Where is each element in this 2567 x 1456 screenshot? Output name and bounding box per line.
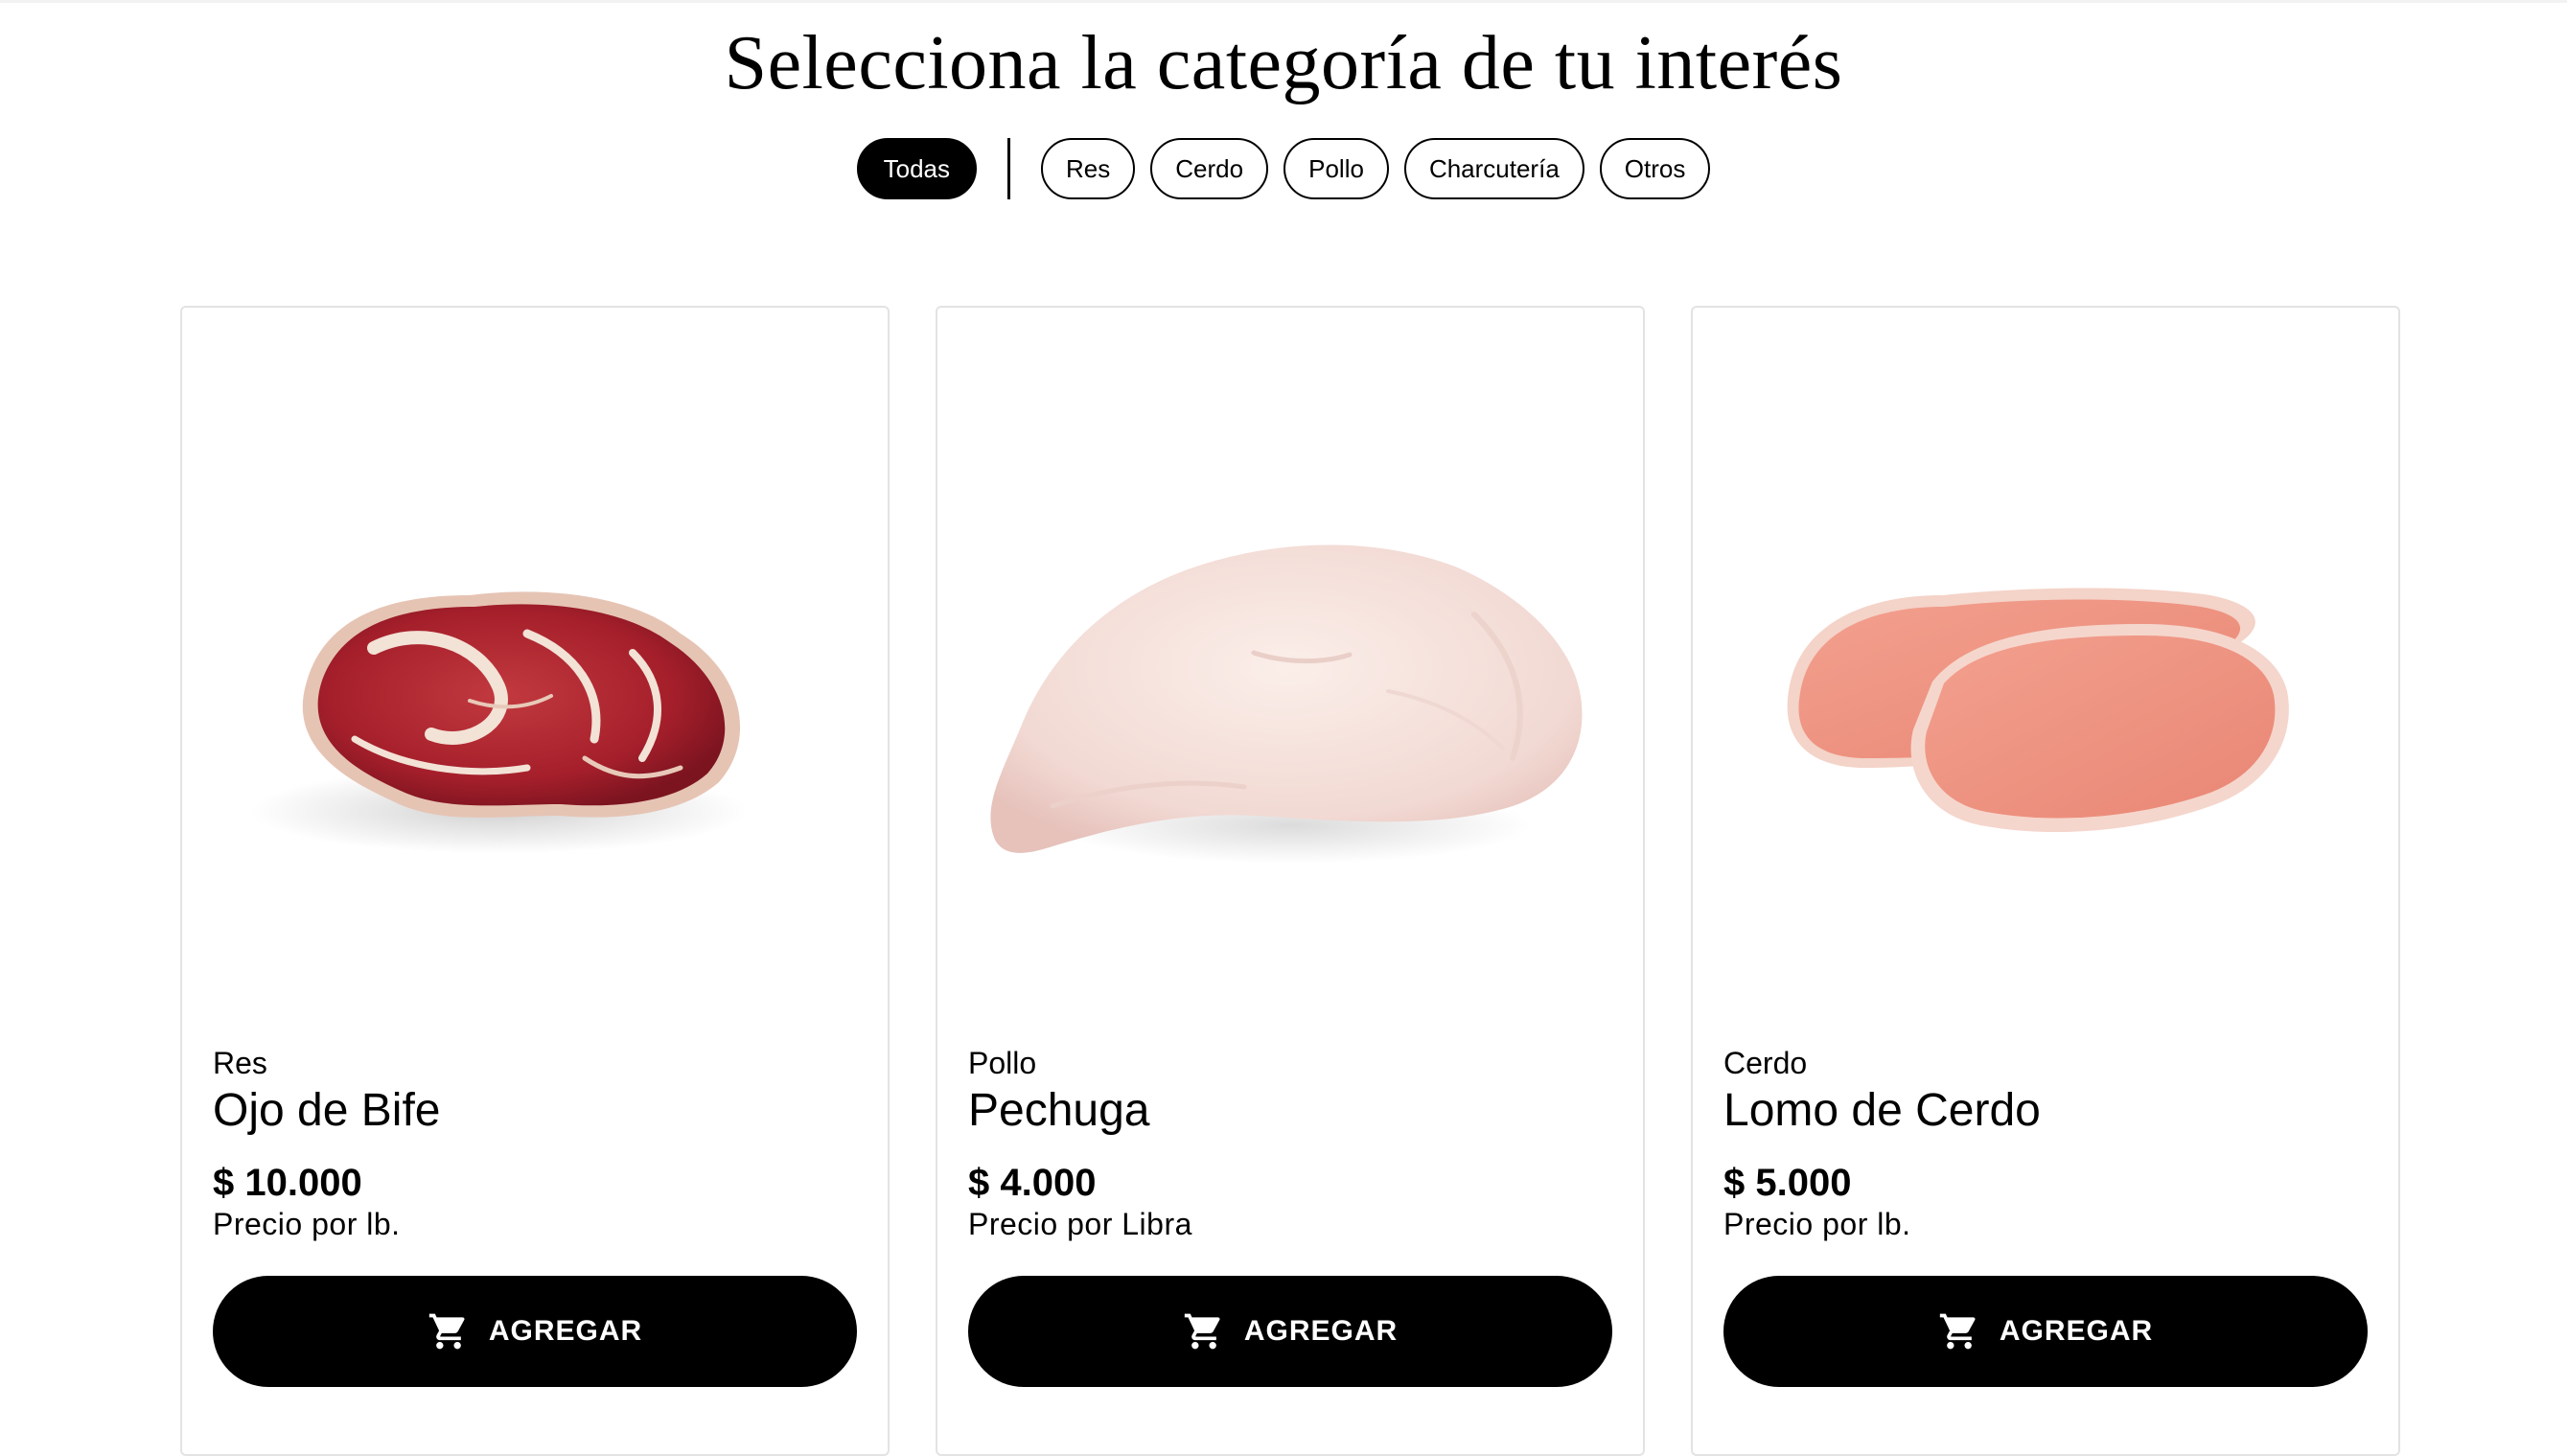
product-card-ojo-de-bife: Res Ojo de Bife $ 10.000 Precio por lb. … (180, 306, 890, 1456)
product-price: $ 4.000 (968, 1162, 1097, 1204)
page-title: Selecciona la categoría de tu interés (724, 21, 1843, 105)
top-divider-line (0, 0, 2567, 3)
add-to-cart-button[interactable]: AGREGAR (213, 1276, 857, 1387)
product-image (182, 308, 888, 1017)
pork-loin-image (1787, 588, 2289, 833)
add-to-cart-button[interactable]: AGREGAR (1723, 1276, 2368, 1387)
product-category: Res (213, 1046, 267, 1080)
filter-chip-pollo[interactable]: Pollo (1284, 138, 1389, 199)
add-to-cart-button[interactable]: AGREGAR (968, 1276, 1612, 1387)
product-name: Ojo de Bife (213, 1085, 441, 1136)
product-price: $ 10.000 (213, 1162, 362, 1204)
filter-chip-res[interactable]: Res (1041, 138, 1136, 199)
product-category: Pollo (968, 1046, 1037, 1080)
add-button-label: AGREGAR (1243, 1315, 1399, 1347)
shopping-cart-icon (428, 1313, 465, 1350)
filter-chip-charcuteria[interactable]: Charcutería (1403, 138, 1584, 199)
filter-divider (1007, 138, 1011, 199)
product-price-note: Precio por Libra (968, 1207, 1192, 1241)
filter-chip-cerdo[interactable]: Cerdo (1150, 138, 1269, 199)
product-card-lomo-de-cerdo: Cerdo Lomo de Cerdo $ 5.000 Precio por l… (1691, 306, 2400, 1456)
product-image (937, 308, 1643, 1017)
product-price-note: Precio por lb. (213, 1207, 401, 1241)
product-price-note: Precio por lb. (1723, 1207, 1911, 1241)
shopping-cart-icon (1184, 1313, 1220, 1350)
chicken-breast-image (990, 544, 1583, 864)
category-filter-bar: Todas Res Cerdo Pollo Charcutería Otros (0, 137, 2567, 200)
filter-chip-otros[interactable]: Otros (1599, 138, 1711, 199)
filter-chip-todas[interactable]: Todas (856, 138, 978, 199)
shopping-cart-icon (1939, 1313, 1976, 1350)
product-price: $ 5.000 (1723, 1162, 1852, 1204)
product-name: Lomo de Cerdo (1723, 1085, 2041, 1136)
product-image (1693, 308, 2398, 1017)
add-button-label: AGREGAR (488, 1315, 643, 1347)
product-name: Pechuga (968, 1085, 1150, 1136)
beef-steak-image (249, 591, 748, 854)
product-card-pechuga: Pollo Pechuga $ 4.000 Precio por Libra A… (936, 306, 1645, 1456)
add-button-label: AGREGAR (1999, 1315, 2154, 1347)
product-category: Cerdo (1723, 1046, 1808, 1080)
